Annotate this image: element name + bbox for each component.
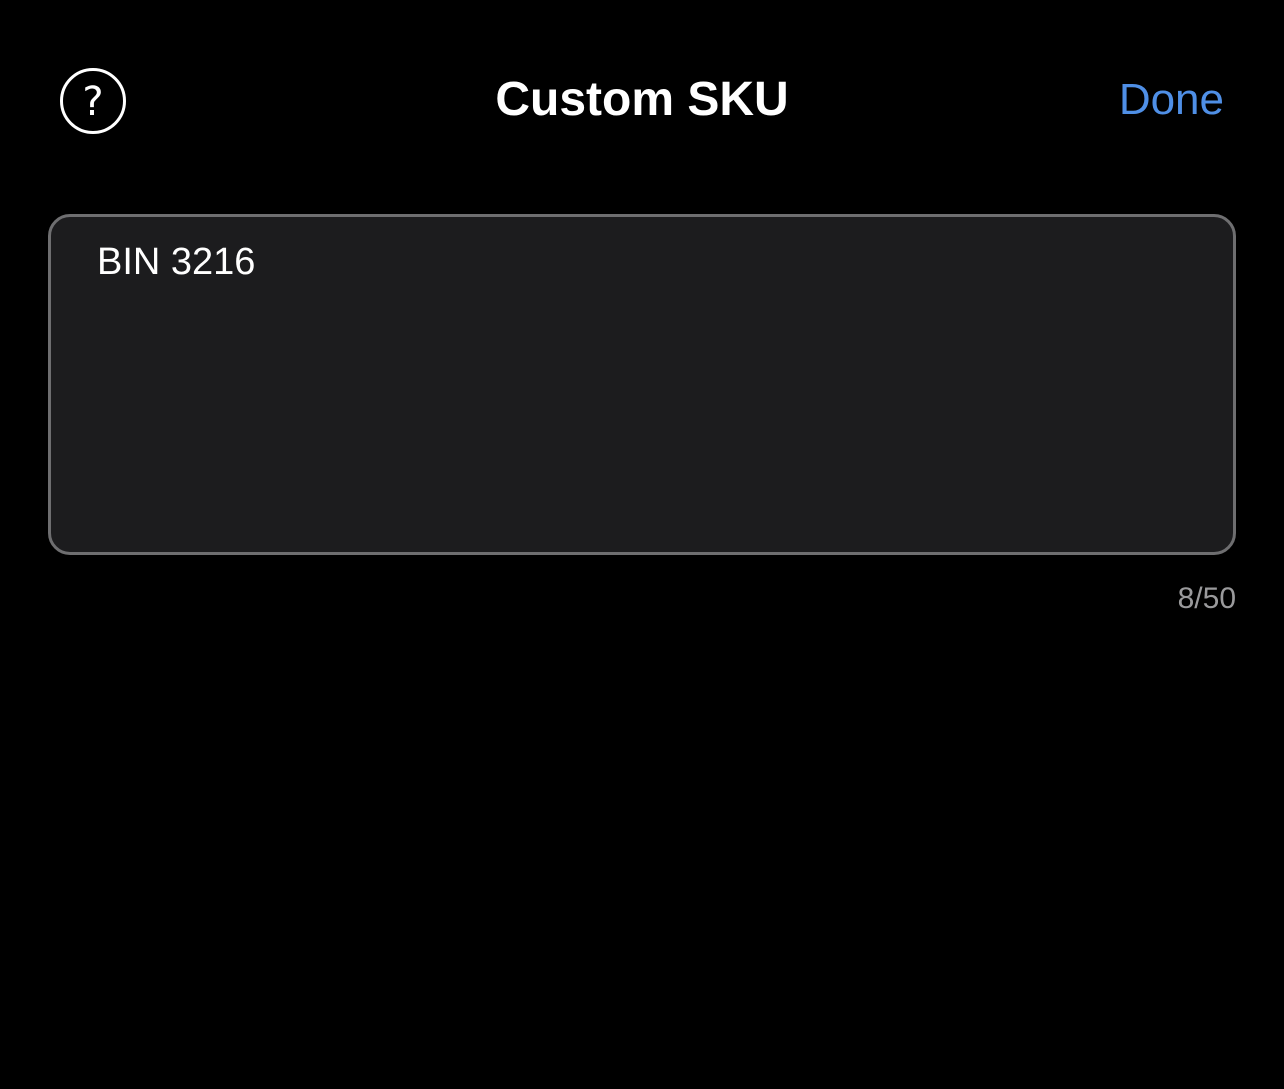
custom-sku-input[interactable]: BIN 3216: [48, 214, 1236, 555]
done-button[interactable]: Done: [1119, 70, 1224, 130]
page-title: Custom SKU: [495, 73, 789, 126]
custom-sku-value[interactable]: BIN 3216: [97, 237, 1187, 287]
navigation-header: ? Custom SKU Done: [0, 0, 1284, 200]
character-counter: 8/50: [1177, 582, 1236, 615]
